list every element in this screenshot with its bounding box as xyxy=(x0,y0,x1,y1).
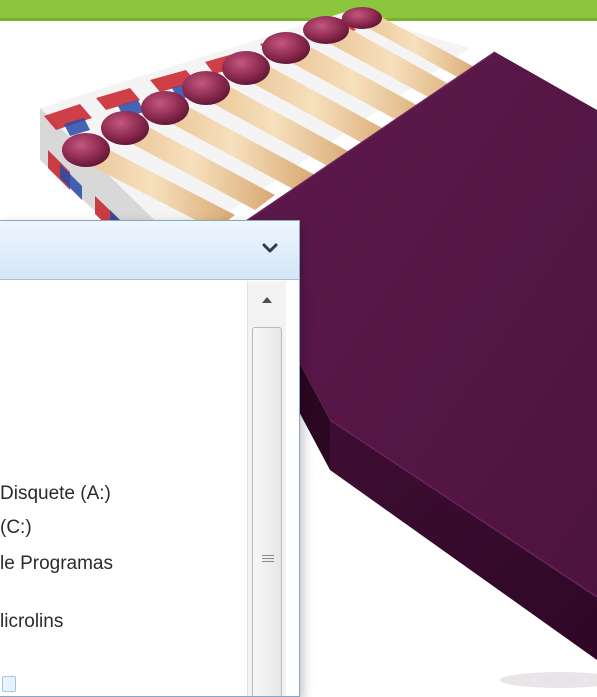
folder-icon xyxy=(2,676,16,692)
list-item-drive-c[interactable]: (C:) xyxy=(0,514,32,542)
list-item-disquete[interactable]: Disquete (A:) xyxy=(0,480,111,508)
vertical-scrollbar[interactable] xyxy=(247,281,286,696)
dropdown-header[interactable] xyxy=(0,221,299,280)
list-item-programas[interactable]: le Programas xyxy=(0,550,113,578)
scrollbar-thumb[interactable] xyxy=(252,327,282,696)
list-item-microlins[interactable]: licrolins xyxy=(0,608,63,636)
drive-dropdown-window: Disquete (A:) (C:) le Programas licrolin… xyxy=(0,220,300,697)
green-header-band xyxy=(0,0,597,20)
scroll-grip-icon xyxy=(262,553,274,567)
chevron-down-icon[interactable] xyxy=(259,237,281,259)
drive-list: Disquete (A:) (C:) le Programas licrolin… xyxy=(0,281,245,696)
scroll-up-arrow-icon[interactable] xyxy=(254,289,280,311)
